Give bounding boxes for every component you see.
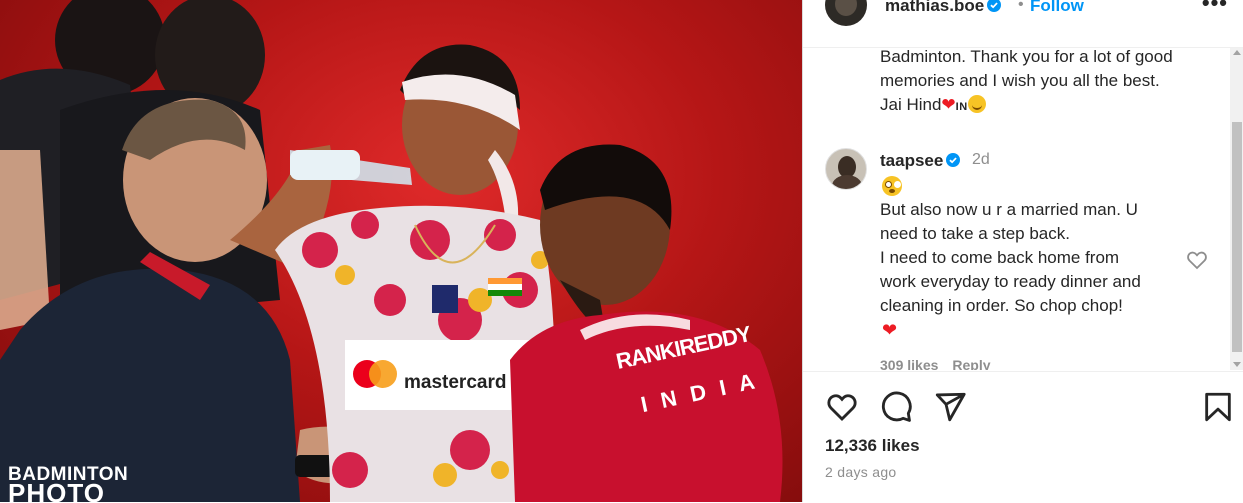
smiling-face-emoji — [967, 95, 986, 113]
caption-last-line: Jai Hind❤IN — [880, 93, 1220, 119]
reply-button[interactable]: Reply — [952, 357, 990, 370]
author-username-text[interactable]: mathias.boe — [885, 0, 984, 15]
heart-icon[interactable] — [825, 390, 859, 424]
flushed-face-emoji — [882, 176, 902, 196]
post-header: mathias.boe • Follow ••• — [803, 0, 1243, 48]
comment-heart-emoji: ❤ — [882, 320, 898, 340]
commenter-avatar[interactable] — [825, 148, 867, 190]
comment-icon[interactable] — [879, 390, 913, 424]
post-side-panel: mathias.boe • Follow ••• Badminton. Than… — [802, 0, 1243, 503]
verified-badge-icon — [946, 153, 961, 167]
comment-text: But also now u r a married man. U need t… — [880, 198, 1190, 318]
photo-watermark: BADMINTON PHOTO — [8, 465, 128, 502]
post-caption: Badminton. Thank you for a lot of good m… — [880, 48, 1220, 119]
comment-line: work everyday to ready dinner and — [880, 272, 1141, 291]
author-username[interactable]: mathias.boe — [885, 0, 1002, 16]
comment-time[interactable]: 2d — [972, 151, 990, 169]
post-photo[interactable]: BADMINTON PHOTO mastercard RANKIREDDY I … — [0, 0, 802, 502]
share-icon[interactable] — [933, 390, 967, 424]
jersey-logo-text: mastercard — [404, 372, 507, 393]
comment-like-icon[interactable] — [1185, 248, 1209, 272]
comment-line: need to take a step back. — [880, 224, 1070, 243]
red-heart-emoji: ❤ — [941, 95, 956, 114]
comments-area[interactable]: Badminton. Thank you for a lot of good m… — [803, 48, 1233, 370]
post-likes-count[interactable]: 12,336 likes — [825, 436, 920, 456]
scroll-down-arrow-icon[interactable] — [1233, 362, 1241, 367]
watermark-line2: PHOTO — [8, 478, 105, 502]
comments-scrollbar[interactable] — [1230, 48, 1243, 370]
scroll-thumb[interactable] — [1232, 122, 1242, 352]
comment-meta: 309 likes Reply — [880, 357, 1005, 370]
header-separator: • — [1018, 0, 1024, 13]
more-options-icon[interactable]: ••• — [1202, 0, 1228, 16]
post-time-ago[interactable]: 2 days ago — [825, 464, 897, 480]
comment-likes[interactable]: 309 likes — [880, 357, 938, 370]
commenter-username-text[interactable]: taapsee — [880, 151, 943, 170]
verified-badge-icon — [987, 0, 1002, 12]
comment-line: I need to come back home from — [880, 248, 1120, 267]
author-avatar[interactable] — [825, 0, 867, 26]
scroll-up-arrow-icon[interactable] — [1233, 50, 1241, 55]
bookmark-icon[interactable] — [1201, 390, 1235, 424]
comment-line: But also now u r a married man. U — [880, 200, 1138, 219]
caption-line: memories and I wish you all the best. — [880, 71, 1160, 90]
caption-line: Badminton. Thank you for a lot of good — [880, 48, 1173, 66]
commenter-username[interactable]: taapsee — [880, 151, 961, 171]
caption-jai-hind: Jai Hind — [880, 95, 942, 114]
follow-button[interactable]: Follow — [1030, 0, 1084, 16]
india-flag-emoji: IN — [955, 101, 968, 113]
comment-line: cleaning in order. So chop chop! — [880, 296, 1123, 315]
post-actions: 12,336 likes 2 days ago — [803, 371, 1243, 503]
photo-illustration — [0, 0, 783, 502]
